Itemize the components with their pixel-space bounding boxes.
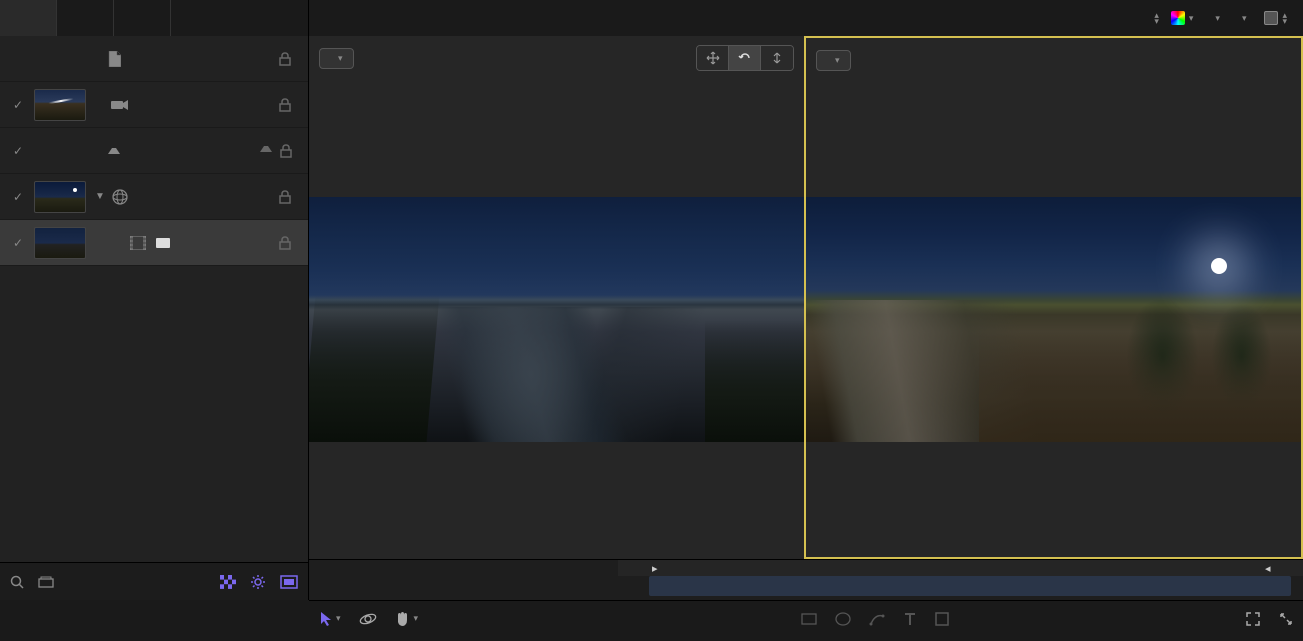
- group-icon: [102, 146, 126, 156]
- bg-color-button[interactable]: ▴▾: [1258, 9, 1293, 27]
- fullscreen-tool-icon[interactable]: [1279, 612, 1293, 626]
- layer-list: ✓ ✓: [0, 36, 308, 562]
- viewport-mode-dropdown-right[interactable]: ▾: [816, 50, 851, 71]
- mini-timeline: ▸ ◂: [309, 559, 1303, 600]
- mask-tool-icon[interactable]: [835, 612, 851, 626]
- transform-mode-segment: [696, 45, 794, 71]
- visibility-checkbox[interactable]: ✓: [8, 144, 28, 158]
- lock-icon[interactable]: [270, 236, 300, 250]
- color-wheel-icon: [1171, 11, 1185, 25]
- swatch-icon: [1264, 11, 1278, 25]
- sidebar-footer: [0, 562, 308, 600]
- layer-row-project[interactable]: [0, 36, 308, 82]
- visibility-checkbox[interactable]: ✓: [8, 236, 28, 250]
- arrow-tool[interactable]: ▾: [319, 611, 341, 627]
- moon-element: [1211, 258, 1227, 274]
- checker-icon[interactable]: [220, 575, 236, 589]
- orbit-tool[interactable]: [359, 610, 377, 628]
- layer-thumbnail: [34, 181, 86, 213]
- tab-layers[interactable]: [0, 0, 57, 36]
- frame-icon[interactable]: [280, 575, 298, 589]
- expand-tool-icon[interactable]: [1245, 611, 1261, 627]
- sphere-360-icon: [108, 189, 132, 205]
- in-point-marker[interactable]: ▸: [652, 562, 660, 574]
- timeline-clip[interactable]: [649, 576, 1291, 596]
- viewport-left-canvas[interactable]: [309, 197, 804, 442]
- layer-thumbnail: [34, 227, 86, 259]
- orbit-mode-button[interactable]: [729, 46, 761, 70]
- timeline-ruler[interactable]: ▸ ◂: [618, 560, 1303, 576]
- dolly-mode-button[interactable]: [761, 46, 793, 70]
- stack-icon[interactable]: [38, 576, 54, 588]
- color-channel-button[interactable]: ▾: [1165, 9, 1200, 27]
- layer-row-camera[interactable]: ✓: [0, 82, 308, 128]
- fit-stepper-icon[interactable]: ▴▾: [1154, 12, 1159, 24]
- disclosure-triangle[interactable]: ▼: [92, 191, 108, 202]
- pan-mode-button[interactable]: [697, 46, 729, 70]
- bottom-toolbar: ▾ ▾: [309, 600, 1303, 636]
- clip-badge-icon: [156, 238, 170, 248]
- viewport-left[interactable]: ▾: [309, 36, 804, 559]
- bezier-tool-icon[interactable]: [869, 612, 885, 626]
- search-icon[interactable]: [10, 575, 24, 589]
- tab-audio[interactable]: [114, 0, 171, 36]
- viewport-right-canvas[interactable]: [806, 197, 1301, 442]
- layer-row-clip[interactable]: ✓: [0, 220, 308, 266]
- layer-thumbnail: [34, 89, 86, 121]
- viewport-mode-dropdown-left[interactable]: ▾: [319, 48, 354, 69]
- layer-row-360-environment[interactable]: ✓ ▼: [0, 174, 308, 220]
- hand-tool[interactable]: ▾: [395, 610, 419, 628]
- visibility-checkbox[interactable]: ✓: [8, 190, 28, 204]
- sidebar-tabs: [0, 0, 308, 36]
- project-icon: [102, 51, 126, 67]
- layer-row-group[interactable]: ✓: [0, 128, 308, 174]
- blend-lock-icons[interactable]: [250, 144, 300, 158]
- gear-icon[interactable]: [250, 574, 266, 590]
- camera-icon: [108, 99, 132, 111]
- viewer-area: ▴▾ ▾ ▾ ▾ ▴▾ ▾: [309, 0, 1303, 600]
- viewports: ▾: [309, 36, 1303, 559]
- rect-tool-icon[interactable]: [801, 613, 817, 625]
- viewer-header: ▴▾ ▾ ▾ ▾ ▴▾: [309, 0, 1303, 36]
- view-menu[interactable]: ▾: [1232, 11, 1253, 26]
- layers-sidebar: ✓ ✓: [0, 0, 309, 600]
- shape-tool-icon[interactable]: [935, 612, 949, 626]
- out-point-marker[interactable]: ◂: [1265, 562, 1273, 574]
- lock-icon[interactable]: [270, 52, 300, 66]
- lock-icon[interactable]: [270, 190, 300, 204]
- lock-icon[interactable]: [270, 98, 300, 112]
- render-menu[interactable]: ▾: [1205, 11, 1226, 26]
- tab-media[interactable]: [57, 0, 114, 36]
- visibility-checkbox[interactable]: ✓: [8, 98, 28, 112]
- film-clip-icon: [126, 236, 150, 250]
- viewport-right[interactable]: ▾: [804, 36, 1303, 559]
- text-tool-icon[interactable]: [903, 612, 917, 626]
